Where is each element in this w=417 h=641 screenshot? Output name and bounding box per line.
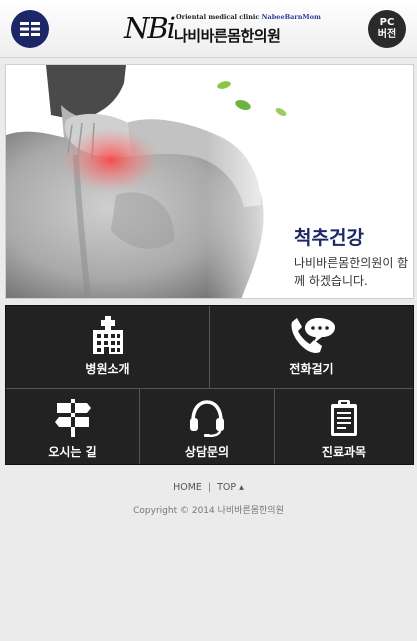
signpost-icon [54, 399, 91, 437]
top-link[interactable]: TOP ▴ [217, 482, 244, 493]
menu-item-call[interactable]: 전화걸기 [210, 306, 413, 388]
site-logo[interactable]: NBi Oriental medical clinic NabeeBarnMom… [124, 10, 321, 48]
logo-subtitle: Oriental medical clinic NabeeBarnMom [176, 13, 321, 21]
menu-item-label: 전화걸기 [289, 362, 334, 376]
footer-links: HOME | TOP ▴ [0, 482, 417, 493]
logo-korean-name: 나비바른몸한의원 [174, 27, 281, 45]
menu-item-label: 상담문의 [184, 445, 230, 459]
menu-item-treatments[interactable]: 진료과목 [275, 389, 413, 465]
menu-item-consultation[interactable]: 상담문의 [140, 389, 274, 465]
menu-item-label: 진료과목 [321, 445, 367, 459]
pc-version-line2: 버전 [377, 29, 397, 40]
menu-item-directions[interactable]: 오시는 길 [6, 389, 139, 465]
clipboard-icon [331, 400, 357, 436]
menu-item-label: 병원소개 [85, 362, 130, 376]
hospital-icon [92, 316, 123, 354]
footer-separator: | [207, 482, 212, 493]
copyright-text: Copyright © 2014 나비바른몸한의원 [133, 506, 284, 516]
hamburger-menu-icon [20, 22, 40, 36]
pc-version-line1: PC [379, 17, 395, 28]
pc-version-button[interactable]: PC 버전 [368, 10, 406, 48]
headset-icon [190, 400, 224, 437]
quick-menu-grid: 병원소개 전화걸기 오시는 길 상담문의 진료과목 [5, 305, 414, 465]
menu-button[interactable] [11, 10, 49, 48]
menu-item-hospital-intro[interactable]: 병원소개 [6, 306, 209, 388]
phone-chat-icon [291, 318, 335, 353]
banner-title: 척추건강 [294, 227, 364, 249]
banner-description: 나비바른몸한의원이 함께 하겠습니다. [294, 256, 409, 288]
home-link[interactable]: HOME [173, 482, 202, 493]
menu-item-label: 오시는 길 [48, 445, 97, 459]
main-banner: 척추건강 나비바른몸한의원이 함께 하겠습니다. [5, 64, 414, 299]
site-header: NBi Oriental medical clinic NabeeBarnMom… [0, 0, 417, 58]
logo-mark: NBi [124, 11, 176, 45]
